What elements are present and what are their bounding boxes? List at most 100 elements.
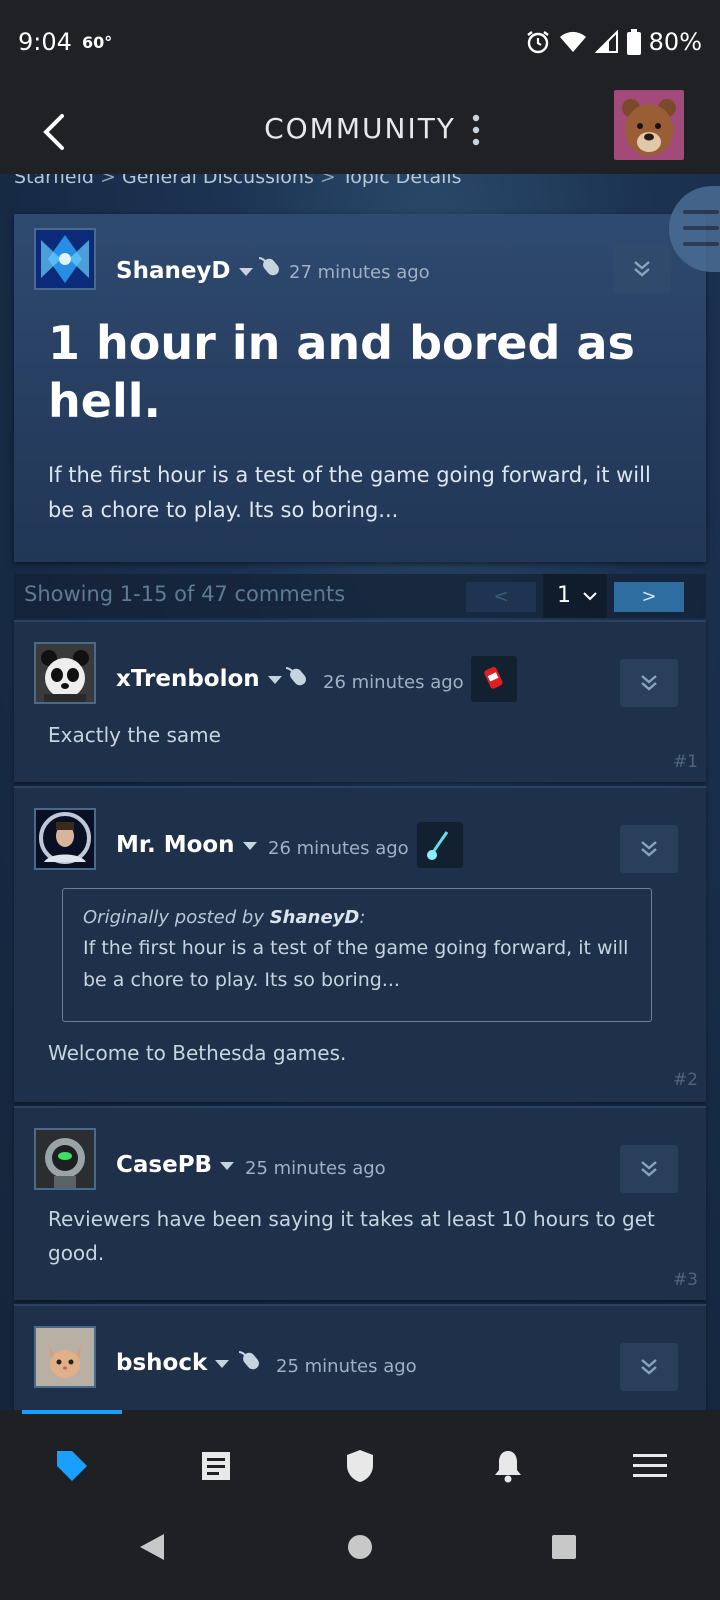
- comment-text: Reviewers have been saying it takes at l…: [48, 1207, 655, 1265]
- mouse-icon: [238, 1351, 259, 1370]
- quote-author[interactable]: ShaneyD: [270, 907, 360, 928]
- collapse-button[interactable]: [620, 659, 678, 707]
- notifications-bell-icon: [495, 1451, 521, 1483]
- status-time: 9:04: [18, 28, 72, 56]
- award-badge[interactable]: [417, 822, 463, 868]
- chevron-down-icon: [583, 592, 597, 601]
- topic-original-post: ShaneyD 27 minutes ago 1 hour in and bor…: [14, 214, 706, 562]
- author-name: xTrenbolon: [116, 666, 260, 692]
- comment-author[interactable]: xTrenbolon: [116, 666, 282, 692]
- comment-timestamp: 25 minutes ago: [276, 1356, 417, 1377]
- more-vert-icon[interactable]: [466, 110, 486, 150]
- commenter-avatar[interactable]: [34, 642, 96, 704]
- comment-item: CasePB 25 minutes ago Reviewers have bee…: [14, 1106, 706, 1300]
- post-timestamp: 27 minutes ago: [289, 262, 430, 283]
- double-chevron-down-icon: [641, 1161, 657, 1177]
- status-bar: 9:04 60° 80%: [0, 0, 720, 90]
- tab-store[interactable]: [52, 1446, 92, 1486]
- commenter-avatar[interactable]: [34, 1128, 96, 1190]
- comment-author[interactable]: Mr. Moon: [116, 832, 257, 858]
- page-number: 1: [557, 583, 571, 608]
- system-home-icon[interactable]: [347, 1534, 373, 1560]
- caret-down-icon: [238, 267, 253, 276]
- quote-text: If the first hour is a test of the game …: [83, 937, 629, 991]
- comments-pagination: Showing 1-15 of 47 comments < 1 >: [14, 574, 706, 618]
- astronaut-avatar-icon: [36, 810, 94, 868]
- caret-down-icon: [242, 841, 257, 850]
- quoted-post: Originally posted by ShaneyD: If the fir…: [62, 888, 652, 1022]
- comment-text: Welcome to Bethesda games.: [48, 1041, 347, 1065]
- quote-suffix: :: [359, 907, 366, 928]
- collapse-button[interactable]: [620, 825, 678, 873]
- collapse-button[interactable]: [620, 1343, 678, 1391]
- breadcrumb-separator: >: [319, 174, 336, 188]
- breadcrumb-forum[interactable]: General Discussions: [122, 174, 314, 188]
- shield-guard-icon: [347, 1450, 373, 1482]
- topic-body: If the first hour is a test of the game …: [48, 463, 651, 522]
- author-name: bshock: [116, 1350, 208, 1376]
- robot-avatar-icon: [36, 1130, 94, 1188]
- comet-icon: [427, 831, 449, 860]
- next-page-button[interactable]: >: [614, 582, 684, 612]
- tab-notifications[interactable]: [488, 1446, 528, 1486]
- collapse-button[interactable]: [613, 245, 671, 293]
- tab-news[interactable]: [196, 1446, 236, 1486]
- comment-number[interactable]: #1: [673, 752, 698, 772]
- active-tab-indicator: [22, 1410, 122, 1414]
- tab-guard[interactable]: [340, 1446, 380, 1486]
- system-recents-icon[interactable]: [551, 1534, 577, 1560]
- abstract-avatar-icon: [36, 230, 94, 288]
- comment-number[interactable]: #3: [673, 1270, 698, 1290]
- tab-menu[interactable]: [630, 1446, 670, 1486]
- caret-down-icon: [215, 1359, 230, 1368]
- store-tag-icon: [57, 1451, 87, 1481]
- quote-attribution: Originally posted by ShaneyD:: [83, 907, 631, 928]
- double-chevron-down-icon: [641, 1359, 657, 1375]
- status-temperature: 60°: [82, 33, 113, 52]
- award-badge[interactable]: [471, 656, 517, 702]
- comment-author[interactable]: bshock: [116, 1350, 230, 1376]
- signal-icon: [594, 30, 618, 53]
- battery-percent: 80%: [648, 28, 702, 56]
- quote-prefix: Originally posted by: [83, 907, 270, 928]
- user-avatar[interactable]: [614, 90, 684, 160]
- breadcrumb-separator: >: [100, 174, 116, 188]
- prev-page-button[interactable]: <: [466, 582, 536, 612]
- breadcrumb: Starfield > General Discussions > Topic …: [14, 174, 462, 188]
- topic-content[interactable]: Starfield > General Discussions > Topic …: [0, 174, 720, 1410]
- alarm-icon: [526, 31, 549, 54]
- page-select[interactable]: 1: [543, 574, 607, 618]
- wifi-icon: [559, 31, 586, 52]
- comment-item: bshock 25 minutes ago: [14, 1304, 706, 1410]
- mouse-icon: [258, 257, 279, 276]
- system-back-icon[interactable]: [138, 1532, 166, 1562]
- commenter-avatar[interactable]: [34, 1326, 96, 1388]
- collapse-button[interactable]: [620, 1145, 678, 1193]
- author-name: Mr. Moon: [116, 832, 235, 858]
- author-name: ShaneyD: [116, 258, 231, 284]
- author-name: CasePB: [116, 1152, 213, 1178]
- hamburger-menu-icon: [633, 1454, 667, 1477]
- system-navigation-bar: [0, 1520, 720, 1600]
- double-chevron-down-icon: [641, 841, 657, 857]
- comment-author[interactable]: CasePB: [116, 1152, 235, 1178]
- comment-timestamp: 26 minutes ago: [323, 672, 464, 693]
- caret-down-icon: [267, 675, 282, 684]
- app-header: COMMUNITY: [0, 90, 720, 174]
- comment-timestamp: 25 minutes ago: [245, 1158, 386, 1179]
- commenter-avatar[interactable]: [34, 808, 96, 870]
- breadcrumb-current: Topic Details: [341, 174, 462, 188]
- comment-number[interactable]: #2: [673, 1070, 698, 1090]
- double-chevron-down-icon: [634, 261, 650, 277]
- page-title: COMMUNITY: [264, 112, 456, 145]
- breadcrumb-game[interactable]: Starfield: [14, 174, 94, 188]
- comment-text: Exactly the same: [48, 723, 221, 747]
- author-avatar[interactable]: [34, 228, 96, 290]
- comment-item: xTrenbolon 26 minutes ago Exactly the sa…: [14, 620, 706, 782]
- mouse-icon: [285, 667, 306, 686]
- post-author[interactable]: ShaneyD: [116, 258, 253, 284]
- soda-can-icon: [484, 666, 503, 689]
- battery-icon: [626, 29, 641, 55]
- comment-timestamp: 26 minutes ago: [268, 838, 409, 859]
- bear-avatar-icon: [614, 90, 684, 160]
